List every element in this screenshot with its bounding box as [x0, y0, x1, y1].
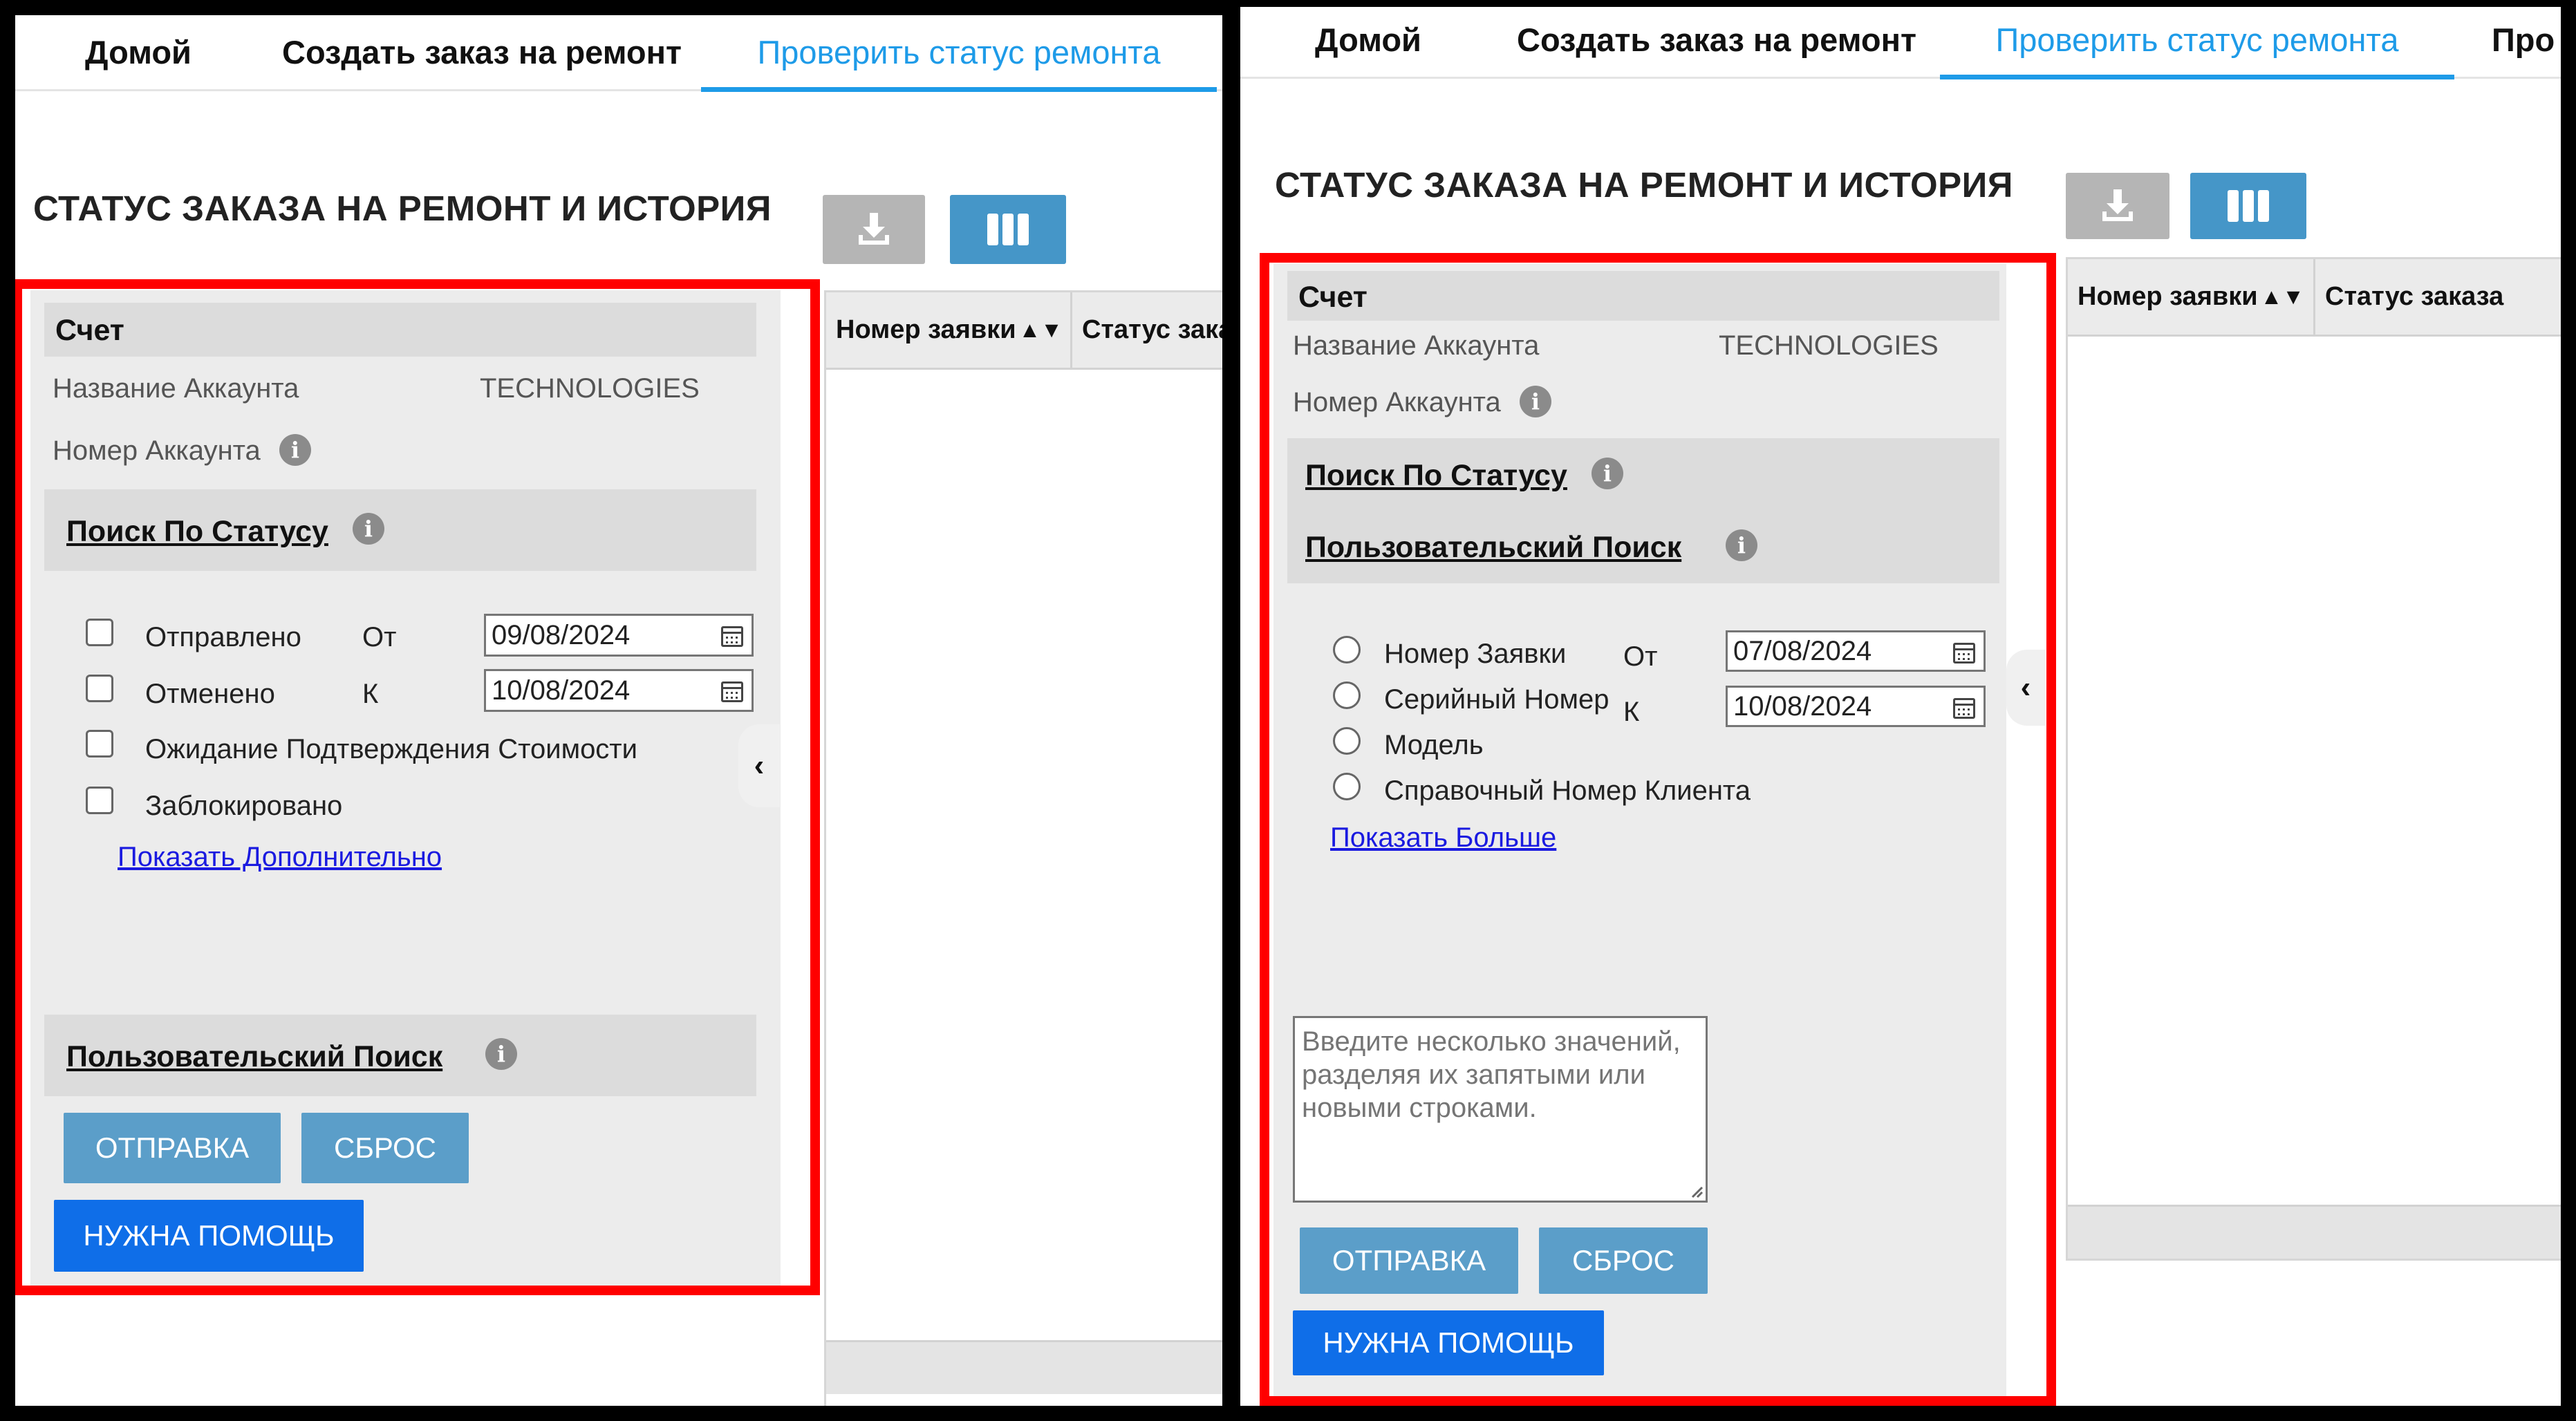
tab-create-repair-order[interactable]: Создать заказ на ремонт [1478, 7, 1955, 77]
column-label: Статус зака [1082, 315, 1222, 344]
page-title: СТАТУС ЗАКАЗА НА РЕМОНТ И ИСТОРИЯ [33, 189, 772, 228]
tab-check-label: Проверить статус ремонта [757, 34, 1161, 70]
download-button[interactable] [823, 195, 925, 264]
tab-home-label: Домой [1315, 21, 1421, 58]
download-icon [859, 213, 889, 245]
left-screenshot-panel: Домой Создать заказ на ремонт Проверить … [15, 15, 1222, 1406]
highlight-box [1260, 253, 2056, 1406]
sort-icon[interactable]: ▲▼ [2261, 284, 2304, 310]
right-screenshot-panel: Домой Создать заказ на ремонт Проверить … [1240, 7, 2561, 1406]
highlight-box [15, 279, 820, 1295]
active-tab-underline [1940, 75, 2454, 79]
columns-icon [2228, 190, 2269, 222]
columns-icon [987, 214, 1029, 245]
columns-button[interactable] [2190, 173, 2306, 239]
tab-check-repair-status[interactable]: Проверить статус ремонта [701, 15, 1217, 92]
column-order-status[interactable]: Статус зака [1072, 292, 1222, 368]
tab-home-label: Домой [85, 34, 192, 70]
column-request-number[interactable]: Номер заявки ▲▼ [826, 292, 1072, 368]
column-order-status[interactable]: Статус заказа [2315, 259, 2561, 335]
sort-icon[interactable]: ▲▼ [1019, 317, 1063, 343]
tab-home[interactable]: Домой [1296, 7, 1441, 77]
column-label: Номер заявки [2078, 282, 2258, 311]
columns-button[interactable] [950, 195, 1066, 264]
results-grid: Номер заявки ▲▼ Статус заказа [2066, 257, 2561, 1261]
grid-footer [2068, 1205, 2561, 1259]
grid-header: Номер заявки ▲▼ Статус заказа [2068, 259, 2561, 337]
column-label: Статус заказа [2325, 282, 2504, 311]
page-title: СТАТУС ЗАКАЗА НА РЕМОНТ И ИСТОРИЯ [1275, 165, 2013, 205]
column-label: Номер заявки [836, 315, 1016, 344]
grid-footer [826, 1340, 1222, 1394]
active-tab-underline [701, 87, 1217, 92]
download-icon [2102, 189, 2133, 221]
tab-create-label: Создать заказ на ремонт [282, 34, 682, 70]
tab-partial[interactable]: Про [2492, 7, 2561, 77]
tab-partial-label: Про [2492, 21, 2555, 58]
tab-home[interactable]: Домой [62, 15, 214, 89]
column-request-number[interactable]: Номер заявки ▲▼ [2068, 259, 2315, 335]
top-navigation: Домой Создать заказ на ремонт Проверить … [1240, 7, 2561, 79]
top-navigation: Домой Создать заказ на ремонт Проверить … [15, 15, 1222, 92]
grid-header: Номер заявки ▲▼ Статус зака [826, 292, 1222, 370]
tab-check-repair-status[interactable]: Проверить статус ремонта [1940, 7, 2454, 79]
tab-check-label: Проверить статус ремонта [1995, 21, 2399, 58]
tab-create-repair-order[interactable]: Создать заказ на ремонт [243, 15, 720, 89]
results-grid: Номер заявки ▲▼ Статус зака [824, 290, 1222, 1406]
tab-create-label: Создать заказ на ремонт [1517, 21, 1916, 58]
download-button[interactable] [2066, 173, 2169, 239]
